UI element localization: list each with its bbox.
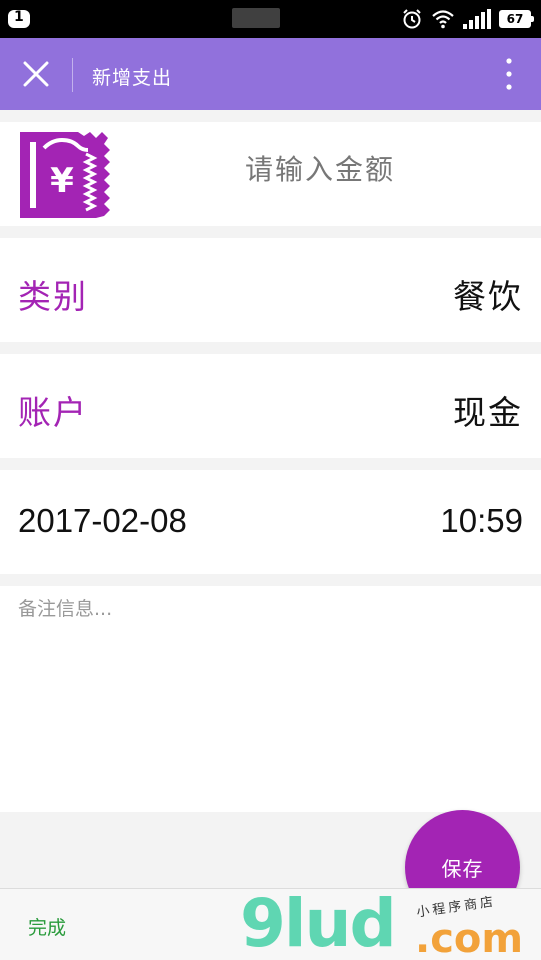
close-icon <box>23 61 49 87</box>
notification-count: 1 <box>14 9 24 25</box>
note-area <box>0 586 541 812</box>
page-title: 新增支出 <box>92 67 173 89</box>
account-label: 账户 <box>18 393 88 432</box>
alarm-icon <box>403 9 421 29</box>
keyboard-accessory-bar: 完成 <box>0 888 541 960</box>
wifi-icon <box>432 10 454 29</box>
more-options-button[interactable] <box>491 54 527 94</box>
status-icons: 67 <box>401 6 534 32</box>
note-input[interactable] <box>18 594 523 799</box>
app-header: 新增支出 <box>0 38 541 110</box>
yuan-ticket-icon: ¥ <box>20 132 110 218</box>
date-picker[interactable]: 2017-02-08 <box>18 502 187 540</box>
svg-text:¥: ¥ <box>50 161 74 201</box>
category-row[interactable]: 类别 餐饮 <box>0 238 541 342</box>
datetime-row: 2017-02-08 10:59 <box>0 470 541 574</box>
close-button[interactable] <box>14 52 58 96</box>
header-divider <box>72 58 73 92</box>
account-value: 现金 <box>453 393 523 432</box>
battery-icon: 67 <box>499 10 534 28</box>
more-vertical-icon <box>506 58 512 90</box>
amount-row: ¥ <box>0 122 541 226</box>
notification-badge: 1 <box>8 6 30 30</box>
signal-icon <box>463 9 491 29</box>
status-bar: 1 67 <box>0 0 541 38</box>
category-label: 类别 <box>18 277 88 316</box>
done-button[interactable]: 完成 <box>28 913 66 940</box>
battery-level: 67 <box>506 12 524 26</box>
blurred-status-icon <box>232 8 280 28</box>
time-picker[interactable]: 10:59 <box>440 502 523 540</box>
category-value: 餐饮 <box>453 277 523 316</box>
account-row[interactable]: 账户 现金 <box>0 354 541 458</box>
amount-input[interactable] <box>140 144 500 194</box>
